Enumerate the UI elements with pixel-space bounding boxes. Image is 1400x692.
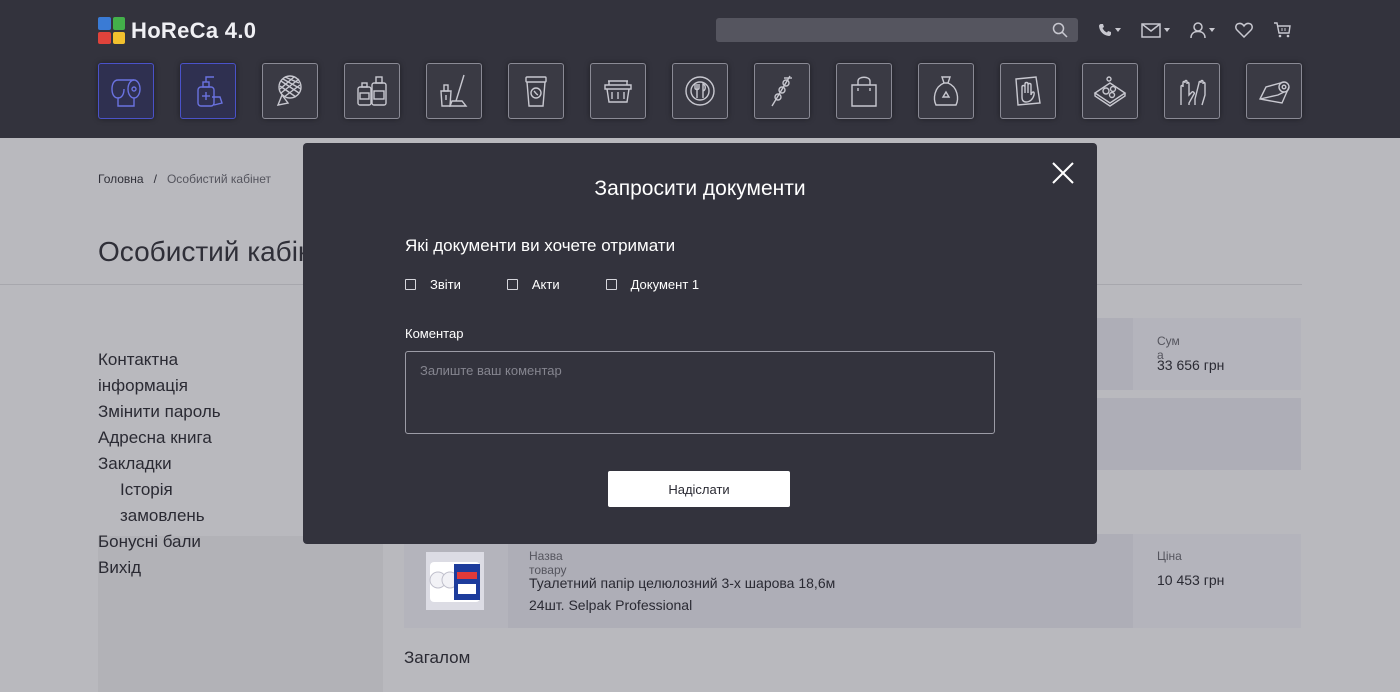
user-menu[interactable]	[1190, 18, 1215, 42]
breadcrumb: Головна / Особистий кабінет	[98, 172, 271, 186]
cleaning-cloth-icon	[1015, 76, 1041, 106]
acts-checkbox[interactable]	[506, 279, 518, 290]
category-trash-bags[interactable]	[918, 63, 974, 119]
option-document-1[interactable]: Документ 1	[605, 277, 700, 292]
reports-checkbox[interactable]	[405, 279, 416, 290]
account-sidebar: Контактна інформація Змінити пароль Адре…	[98, 347, 228, 581]
wishlist-button[interactable]	[1235, 18, 1253, 42]
phone-icon	[1099, 24, 1111, 36]
breadcrumb-home[interactable]: Головна	[98, 172, 144, 186]
cart-button[interactable]	[1273, 18, 1291, 42]
documents-question: Які документи ви хочете отримати	[405, 236, 676, 255]
submit-button[interactable]: Надіслати	[608, 471, 790, 507]
sidebar-item-change-password[interactable]: Змінити пароль	[98, 399, 228, 425]
logo-mark-icon	[98, 17, 125, 44]
category-bags[interactable]	[836, 63, 892, 119]
sidebar-item-bonus-points[interactable]: Бонусні бали	[98, 529, 228, 555]
category-bar	[98, 63, 1302, 119]
foil-roll-icon	[1258, 81, 1290, 104]
category-cleaning-products[interactable]	[344, 63, 400, 119]
category-sanitizer[interactable]	[180, 63, 236, 119]
product-price-value: 10 453 грн	[1157, 572, 1225, 588]
request-documents-modal: Запросити документи Які документи ви хоч…	[303, 143, 1097, 544]
document-options: Звіти Акти Документ 1	[405, 277, 745, 292]
category-mops[interactable]	[426, 63, 482, 119]
coffee-cup-icon	[525, 76, 547, 107]
breadcrumb-current: Особистий кабінет	[166, 172, 272, 186]
mail-menu[interactable]	[1141, 18, 1170, 42]
option-label: Акти	[531, 277, 560, 292]
cart-icon	[1274, 22, 1291, 38]
comment-textarea[interactable]	[405, 351, 995, 434]
modal-title: Запросити документи	[594, 177, 806, 200]
toilet-paper-icon	[111, 79, 141, 107]
sidebar-item-address-book[interactable]: Адресна книга	[98, 425, 228, 451]
category-cleaning-cloths[interactable]	[1000, 63, 1056, 119]
trash-bag-icon	[933, 76, 959, 106]
mail-icon	[1141, 22, 1161, 38]
category-gloves[interactable]	[1164, 63, 1220, 119]
product-price-label: Ціна	[1157, 549, 1182, 563]
heart-icon	[1235, 22, 1253, 38]
skewer-icon	[771, 75, 792, 107]
sidebar-item-contact-info[interactable]: Контактна інформація	[98, 347, 228, 399]
sponge-icon	[276, 75, 302, 106]
category-toilet-paper[interactable]	[98, 63, 154, 119]
category-sponges[interactable]	[262, 63, 318, 119]
document-1-checkbox[interactable]	[605, 279, 617, 290]
option-label: Звіти	[430, 277, 461, 292]
category-trays[interactable]	[1082, 63, 1138, 119]
option-label: Документ 1	[630, 277, 700, 292]
sanitizer-icon	[197, 76, 223, 107]
sidebar-item-logout[interactable]: Вихід	[98, 555, 228, 581]
category-food-containers[interactable]	[590, 63, 646, 119]
site-header: HoReCa 4.0	[0, 0, 1400, 138]
category-skewers[interactable]	[754, 63, 810, 119]
sidebar-item-bookmarks[interactable]: Закладки	[98, 451, 228, 477]
sidebar-item-order-history[interactable]: Історія замовлень	[98, 477, 228, 529]
mop-bucket-icon	[440, 74, 468, 107]
order-total-label: Загалом	[404, 648, 471, 667]
cleaning-bottles-icon	[357, 76, 387, 106]
product-image	[426, 552, 484, 610]
plate-cutlery-icon	[685, 76, 715, 106]
search-icon[interactable]	[1052, 22, 1068, 38]
option-acts[interactable]: Акти	[506, 277, 560, 292]
product-price-column: Ціна 10 453 грн	[1133, 534, 1301, 628]
category-foil-rolls[interactable]	[1246, 63, 1302, 119]
gloves-icon	[1180, 79, 1206, 106]
tray-icon	[1093, 76, 1127, 107]
logo[interactable]: HoReCa 4.0	[98, 17, 256, 44]
breadcrumb-separator: /	[153, 172, 157, 186]
comment-label: Коментар	[405, 326, 464, 341]
order-sum-column: Сума 33 656 грн	[1133, 318, 1301, 390]
shopping-bag-icon	[851, 76, 877, 107]
product-name[interactable]: Туалетний папір целюлозний 3-х шарова 18…	[529, 572, 869, 616]
product-thumbnail[interactable]	[404, 534, 508, 628]
search-bar[interactable]	[716, 18, 1078, 42]
category-coffee-cups[interactable]	[508, 63, 564, 119]
user-icon	[1190, 21, 1206, 38]
order-sum-value: 33 656 грн	[1157, 357, 1225, 373]
food-container-icon	[604, 80, 632, 103]
phone-menu[interactable]	[1098, 18, 1121, 42]
logo-text: HoReCa 4.0	[131, 17, 257, 43]
option-reports[interactable]: Звіти	[405, 277, 461, 292]
order-product-row: Назва товару Туалетний папір целюлозний …	[404, 534, 1301, 628]
category-tableware[interactable]	[672, 63, 728, 119]
